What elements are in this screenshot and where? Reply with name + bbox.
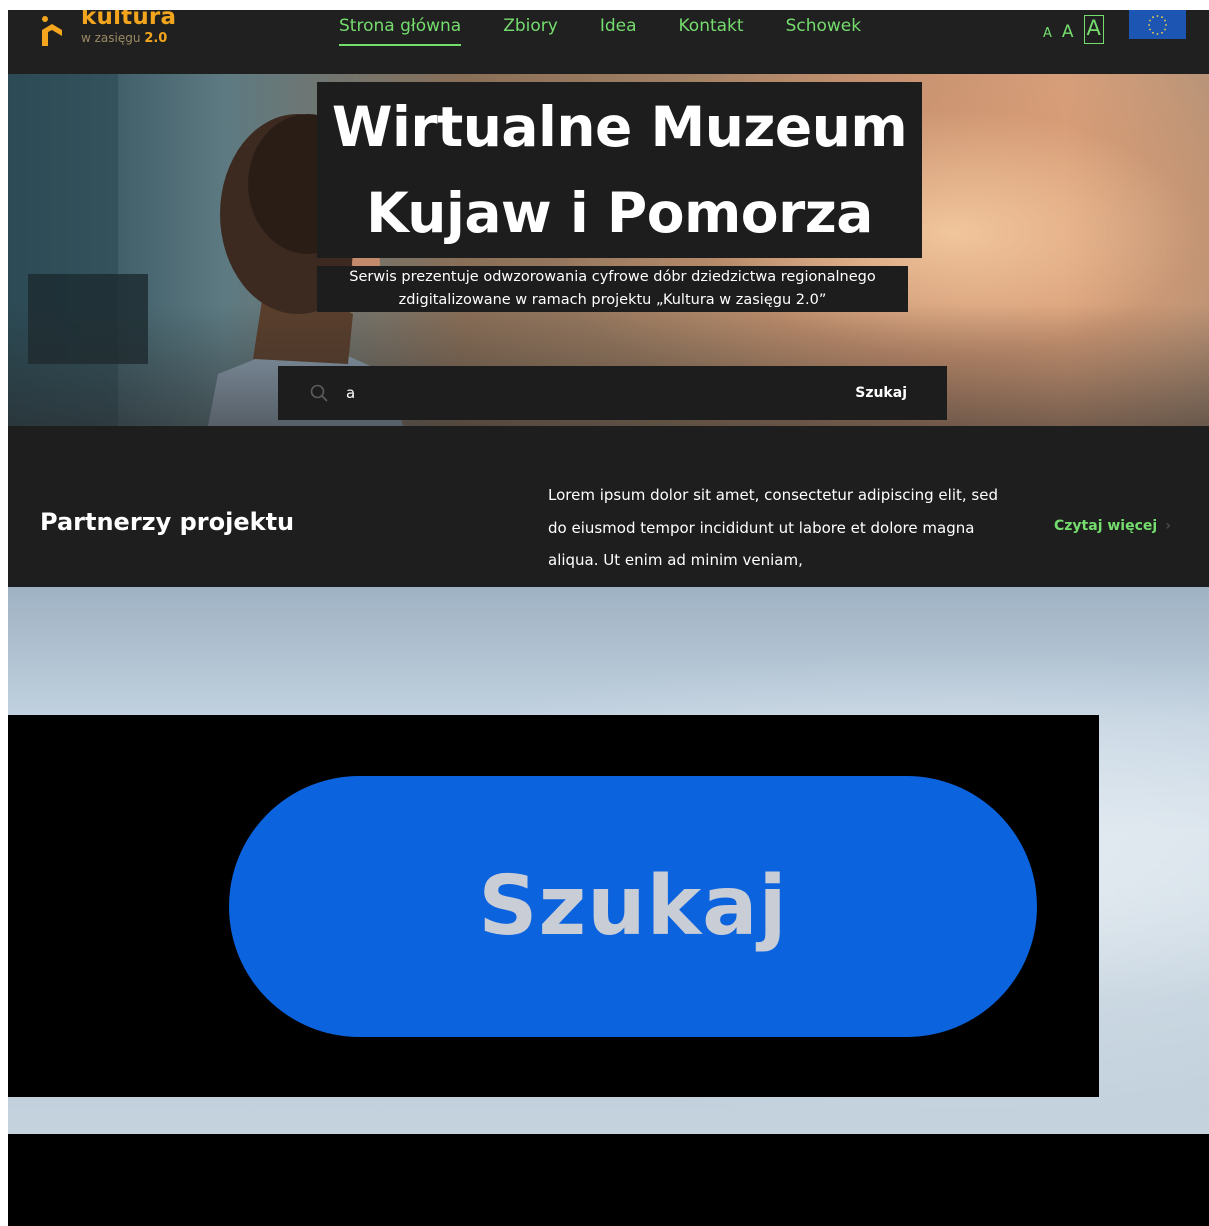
hero-title: Wirtualne Muzeum Kujaw i Pomorza [317,82,922,258]
site-logo[interactable]: kultura w zasięgu 2.0 [36,10,196,50]
hero-subtitle: Serwis prezentuje odwzorowania cyfrowe d… [317,266,908,312]
search-input[interactable] [342,376,822,410]
font-size-large-button[interactable]: A [1083,15,1104,44]
font-size-medium-button[interactable]: A [1062,24,1074,41]
font-size-switcher: A A A [1043,14,1104,44]
hero-title-line-2: Kujaw i Pomorza [366,181,873,245]
zoomed-search-preview: Szukaj [8,715,1099,1097]
hero-section: Wirtualne Muzeum Kujaw i Pomorza Serwis … [8,74,1209,426]
logo-version: 2.0 [144,31,168,46]
logo-mark-icon [42,16,62,46]
main-nav: Strona główna Zbiory Idea Kontakt Schowe… [339,16,903,46]
nav-item-idea[interactable]: Idea [600,16,637,46]
partners-section: Partnerzy projektu Lorem ipsum dolor sit… [8,426,1209,587]
bottom-bar [8,1134,1209,1226]
nav-item-home[interactable]: Strona główna [339,16,462,46]
font-size-small-button[interactable]: A [1043,27,1052,40]
zoom-background: Szukaj [8,587,1209,1134]
site-header: kultura w zasięgu 2.0 Strona główna Zbio… [8,10,1209,74]
chevron-right-icon: › [1165,518,1171,534]
page-frame: kultura w zasięgu 2.0 Strona główna Zbio… [8,10,1209,1226]
nav-item-contact[interactable]: Kontakt [679,16,744,46]
read-more-label: Czytaj więcej [1054,518,1158,534]
search-button[interactable]: Szukaj [855,376,907,410]
nav-item-clipboard[interactable]: Schowek [786,16,862,46]
logo-subtext: w zasięgu 2.0 [81,31,168,46]
hero-title-line-1: Wirtualne Muzeum [331,95,908,159]
partners-title: Partnerzy projektu [40,508,295,536]
logo-text: kultura [81,10,177,30]
zoomed-search-button[interactable]: Szukaj [229,776,1037,1037]
hero-subtitle-line-2: zdigitalizowane w ramach projektu „Kultu… [398,292,827,308]
read-more-link[interactable]: Czytaj więcej › [1054,518,1171,534]
search-bar: Szukaj [278,366,947,420]
search-icon [310,384,328,402]
eu-flag-icon [1129,10,1186,39]
hero-subtitle-line-1: Serwis prezentuje odwzorowania cyfrowe d… [349,269,876,285]
partners-description: Lorem ipsum dolor sit amet, consectetur … [548,486,998,569]
nav-item-collections[interactable]: Zbiory [503,16,558,46]
